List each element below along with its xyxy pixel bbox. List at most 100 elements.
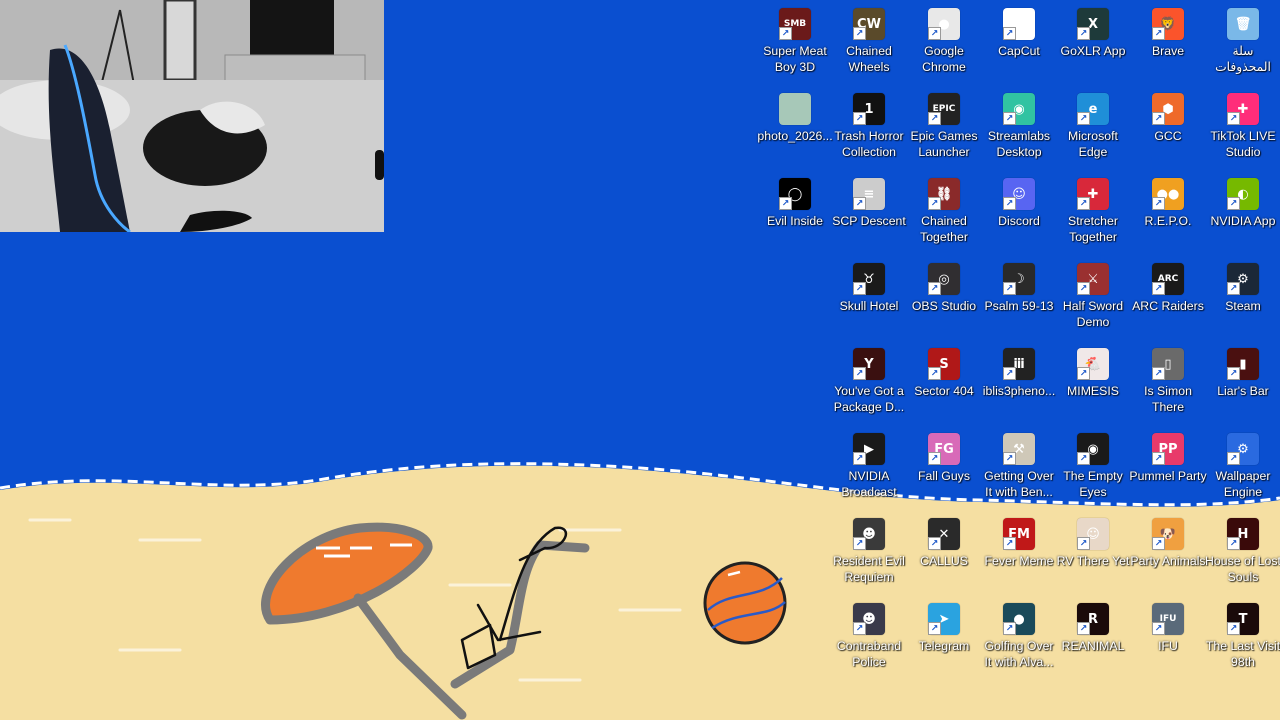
desktop-icon[interactable]: X ↗ GoXLR App bbox=[1054, 3, 1132, 85]
shortcut-arrow-icon: ↗ bbox=[1227, 197, 1240, 210]
shortcut-arrow-icon: ↗ bbox=[928, 112, 941, 125]
desktop-icon[interactable]: ☺ ↗ Discord bbox=[980, 173, 1058, 255]
app-icon: ●● ↗ bbox=[1152, 178, 1184, 210]
desktop-icon-label: IFU bbox=[1158, 639, 1178, 653]
desktop-icon[interactable]: T ↗ The Last Visit 98th bbox=[1204, 598, 1280, 680]
shortcut-arrow-icon: ↗ bbox=[853, 452, 866, 465]
desktop-icon[interactable]: photo_2026... bbox=[756, 88, 834, 170]
desktop-icon[interactable]: ⚙ ↗ Steam bbox=[1204, 258, 1280, 340]
desktop-icon[interactable]: ☻ ↗ Contraband Police bbox=[830, 598, 908, 680]
desktop-icon[interactable]: CW ↗ Chained Wheels bbox=[830, 3, 908, 85]
app-icon: ◉ ↗ bbox=[1003, 93, 1035, 125]
shortcut-arrow-icon: ↗ bbox=[853, 112, 866, 125]
desktop-icons: SMB ↗ Super Meat Boy 3D CW ↗ Chained Wheels ● ↗… bbox=[0, 0, 1280, 720]
desktop-icon-label: REANIMAL bbox=[1061, 639, 1125, 653]
desktop-icon-label: Brave bbox=[1151, 44, 1185, 58]
app-icon: IFU ↗ bbox=[1152, 603, 1184, 635]
desktop-icon[interactable]: S ↗ Sector 404 bbox=[905, 343, 983, 425]
desktop-icon[interactable]: FM ↗ Fever Meme bbox=[980, 513, 1058, 595]
desktop-icon-label: CALLUS bbox=[920, 554, 968, 568]
desktop-icon[interactable]: ⚒ ↗ Getting Over It with Ben... bbox=[980, 428, 1058, 510]
desktop-icon[interactable]: ◐ ↗ NVIDIA App bbox=[1204, 173, 1280, 255]
desktop-icon[interactable]: ▶ ↗ NVIDIA Broadcast bbox=[830, 428, 908, 510]
desktop-icon[interactable]: 1 ↗ Trash Horror Collection bbox=[830, 88, 908, 170]
desktop-icon-label: Fever Meme bbox=[984, 554, 1054, 568]
desktop-icon-label: Super Meat Boy 3D bbox=[763, 44, 827, 74]
desktop-icon-label: Wallpaper Engine bbox=[1215, 469, 1271, 499]
desktop-icon[interactable]: FG ↗ Fall Guys bbox=[905, 428, 983, 510]
shortcut-arrow-icon: ↗ bbox=[1152, 622, 1165, 635]
shortcut-arrow-icon: ↗ bbox=[853, 197, 866, 210]
shortcut-arrow-icon: ↗ bbox=[928, 27, 941, 40]
desktop-icon-label: Psalm 59-13 bbox=[984, 299, 1054, 313]
app-icon: R ↗ bbox=[1077, 603, 1109, 635]
shortcut-arrow-icon: ↗ bbox=[928, 537, 941, 550]
desktop-icon[interactable]: ▯ ↗ Is Simon There bbox=[1129, 343, 1207, 425]
app-icon: 🗑 bbox=[1227, 8, 1259, 40]
desktop-icon[interactable]: ♉ ↗ Skull Hotel bbox=[830, 258, 908, 340]
desktop-icon[interactable]: e ↗ Microsoft Edge bbox=[1054, 88, 1132, 170]
desktop-icon-label: Contraband Police bbox=[836, 639, 902, 669]
shortcut-arrow-icon: ↗ bbox=[1227, 282, 1240, 295]
shortcut-arrow-icon: ↗ bbox=[1152, 112, 1165, 125]
desktop-icon[interactable]: ● ↗ Google Chrome bbox=[905, 3, 983, 85]
desktop-icon[interactable]: ⚔ ↗ Half Sword Demo bbox=[1054, 258, 1132, 340]
app-icon: EPIC ↗ bbox=[928, 93, 960, 125]
app-icon: Y ↗ bbox=[853, 348, 885, 380]
desktop-icon[interactable]: ➤ ↗ Telegram bbox=[905, 598, 983, 680]
desktop-icon[interactable]: ARC ↗ ARC Raiders bbox=[1129, 258, 1207, 340]
shortcut-arrow-icon: ↗ bbox=[1227, 537, 1240, 550]
desktop-icon-label: Evil Inside bbox=[766, 214, 824, 228]
desktop-icon[interactable]: IFU ↗ IFU bbox=[1129, 598, 1207, 680]
desktop-icon-label: photo_2026... bbox=[757, 129, 833, 143]
desktop-icon[interactable]: ✕ ↗ CALLUS bbox=[905, 513, 983, 595]
desktop-icon[interactable]: ☽ ↗ Psalm 59-13 bbox=[980, 258, 1058, 340]
app-icon: 🐶 ↗ bbox=[1152, 518, 1184, 550]
shortcut-arrow-icon: ↗ bbox=[1077, 197, 1090, 210]
desktop-icon-label: R.E.P.O. bbox=[1144, 214, 1192, 228]
app-icon: ⛓ ↗ bbox=[928, 178, 960, 210]
app-icon: ● ↗ bbox=[1003, 603, 1035, 635]
desktop-icon[interactable]: ⚙ ↗ Wallpaper Engine bbox=[1204, 428, 1280, 510]
desktop-icon[interactable]: ▮ ↗ Liar's Bar bbox=[1204, 343, 1280, 425]
desktop-icon[interactable]: R ↗ REANIMAL bbox=[1054, 598, 1132, 680]
desktop-icon[interactable]: ✚ ↗ TikTok LIVE Studio bbox=[1204, 88, 1280, 170]
desktop-icon[interactable]: ✂ ↗ CapCut bbox=[980, 3, 1058, 85]
desktop-icon-label: NVIDIA Broadcast bbox=[841, 469, 897, 499]
desktop-icon[interactable]: EPIC ↗ Epic Games Launcher bbox=[905, 88, 983, 170]
desktop-icon[interactable]: ☻ ↗ Resident Evil Requiem bbox=[830, 513, 908, 595]
shortcut-arrow-icon: ↗ bbox=[1077, 282, 1090, 295]
desktop-icon[interactable]: ● ↗ Golfing Over It with Alva... bbox=[980, 598, 1058, 680]
desktop-icon[interactable]: 🗑 سلة المحذوفات bbox=[1204, 3, 1280, 85]
desktop-icon[interactable]: Y ↗ You've Got a Package D... bbox=[830, 343, 908, 425]
app-icon: ⚒ ↗ bbox=[1003, 433, 1035, 465]
desktop-icon[interactable]: ⬢ ↗ GCC bbox=[1129, 88, 1207, 170]
desktop-icon[interactable]: ●● ↗ R.E.P.O. bbox=[1129, 173, 1207, 255]
desktop-icon[interactable]: PP ↗ Pummel Party bbox=[1129, 428, 1207, 510]
app-icon: ☽ ↗ bbox=[1003, 263, 1035, 295]
desktop-icon-label: Half Sword Demo bbox=[1062, 299, 1124, 329]
desktop-icon[interactable]: ⛓ ↗ Chained Together bbox=[905, 173, 983, 255]
app-icon: ✂ ↗ bbox=[1003, 8, 1035, 40]
desktop-icon[interactable]: H ↗ House of Lost Souls bbox=[1204, 513, 1280, 595]
desktop-icon[interactable]: 🦁 ↗ Brave bbox=[1129, 3, 1207, 85]
desktop-icon[interactable]: ≡ ↗ SCP Descent bbox=[830, 173, 908, 255]
desktop-icon[interactable]: ☺ ↗ RV There Yet bbox=[1054, 513, 1132, 595]
desktop-icon-label: Stretcher Together bbox=[1068, 214, 1118, 244]
desktop-icon[interactable]: ◎ ↗ OBS Studio bbox=[905, 258, 983, 340]
desktop-icon[interactable]: 🐔 ↗ MIMESIS bbox=[1054, 343, 1132, 425]
desktop-icon[interactable]: ✚ ↗ Stretcher Together bbox=[1054, 173, 1132, 255]
app-icon: 🐔 ↗ bbox=[1077, 348, 1109, 380]
app-icon: T ↗ bbox=[1227, 603, 1259, 635]
desktop-icon[interactable]: ◯ ↗ Evil Inside bbox=[756, 173, 834, 255]
shortcut-arrow-icon: ↗ bbox=[1077, 27, 1090, 40]
desktop-icon[interactable]: SMB ↗ Super Meat Boy 3D bbox=[756, 3, 834, 85]
desktop-icon[interactable]: ◉ ↗ Streamlabs Desktop bbox=[980, 88, 1058, 170]
desktop-icon[interactable]: ◉ ↗ The Empty Eyes bbox=[1054, 428, 1132, 510]
shortcut-arrow-icon: ↗ bbox=[1003, 452, 1016, 465]
app-icon: ◎ ↗ bbox=[928, 263, 960, 295]
desktop-icon[interactable]: 🐶 ↗ Party Animals bbox=[1129, 513, 1207, 595]
shortcut-arrow-icon: ↗ bbox=[1227, 452, 1240, 465]
app-icon: ✚ ↗ bbox=[1227, 93, 1259, 125]
desktop-icon[interactable]: ⅲ ↗ iblis3pheno... bbox=[980, 343, 1058, 425]
